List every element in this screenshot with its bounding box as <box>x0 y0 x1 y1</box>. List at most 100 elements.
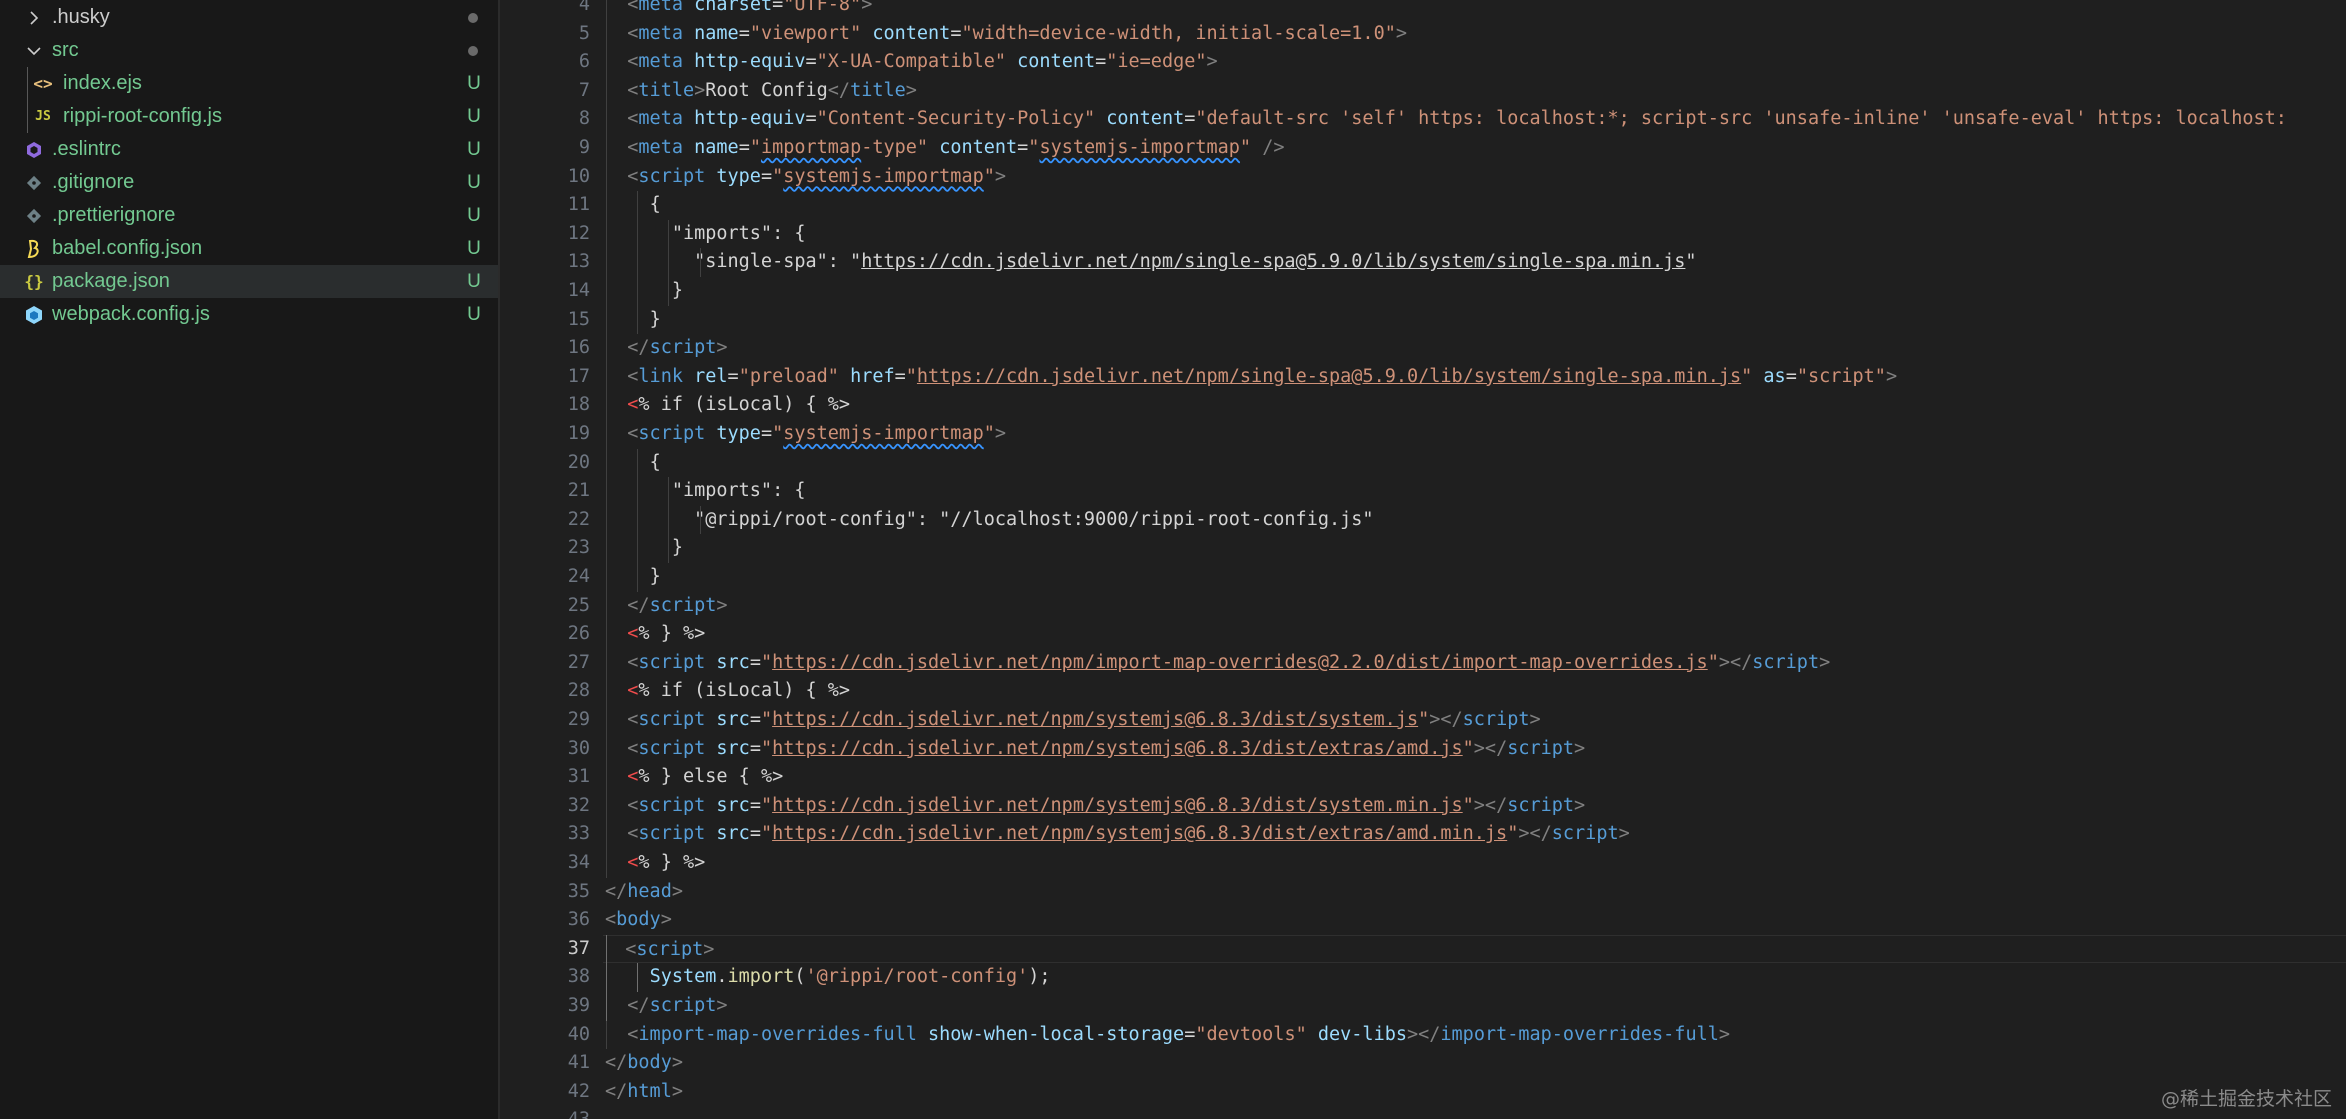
webpack-icon <box>23 298 45 331</box>
indent-guide <box>606 76 607 106</box>
code-line[interactable]: "imports": { <box>605 220 806 249</box>
code-line[interactable]: <title>Root Config</title> <box>605 77 917 106</box>
watermark: @稀土掘金技术社区 <box>2160 1088 2332 1110</box>
indent-guide <box>637 219 639 249</box>
line-number: 8 <box>578 108 590 130</box>
code-line[interactable]: "imports": { <box>605 477 806 506</box>
code-line[interactable]: <import-map-overrides-full show-when-loc… <box>605 1021 1730 1050</box>
indent-guide <box>668 277 670 306</box>
indent-guide <box>606 477 607 506</box>
code-line[interactable]: <script src="https://cdn.jsdelivr.net/np… <box>605 820 1629 849</box>
indent-guide <box>606 963 607 992</box>
line-number: 38 <box>567 966 590 988</box>
file-item[interactable]: webpack.config.js U <box>0 298 498 331</box>
file-item[interactable]: .prettierignore U <box>0 199 498 232</box>
line-number: 32 <box>567 794 590 816</box>
code-line[interactable]: <% } %> <box>605 849 705 878</box>
code-line[interactable]: <script type="systemjs-importmap"> <box>605 420 1006 449</box>
code-line[interactable]: <meta http-equiv="X-UA-Compatible" conte… <box>605 48 1217 77</box>
code-line[interactable]: </script> <box>605 592 727 621</box>
code-line[interactable]: </head> <box>605 878 683 907</box>
code-line[interactable]: <% } %> <box>605 620 705 649</box>
code-line[interactable]: <meta charset="UTF-8"> <box>605 0 872 20</box>
code-line[interactable]: } <box>605 277 683 306</box>
indent-guide <box>606 105 607 134</box>
indent-guide <box>606 734 607 764</box>
code-line[interactable]: } <box>605 534 683 563</box>
file-item[interactable]: {} package.json U <box>0 265 498 298</box>
indent-guide <box>668 248 670 277</box>
prettier-icon <box>23 199 45 232</box>
code-line[interactable]: <% if (isLocal) { %> <box>605 677 850 706</box>
line-number: 22 <box>567 508 590 530</box>
code-line[interactable]: { <box>605 449 661 478</box>
code-line[interactable]: System.import('@rippi/root-config'); <box>605 963 1051 992</box>
line-number: 34 <box>567 852 590 873</box>
indent-guide <box>637 448 639 478</box>
code-line[interactable]: "single-spa": "https://cdn.jsdelivr.net/… <box>605 248 1696 277</box>
code-line[interactable]: "@rippi/root-config": "//localhost:9000/… <box>605 506 1373 535</box>
code-line[interactable]: </body> <box>605 1049 683 1078</box>
file-item[interactable]: <> index.ejs U <box>0 67 498 100</box>
indent-guide <box>637 277 639 306</box>
indent-guide <box>606 19 607 49</box>
file-item[interactable]: .eslintrc U <box>0 133 498 166</box>
indent-guide <box>606 362 607 392</box>
line-number: 15 <box>567 308 590 330</box>
chevron-down-icon[interactable] <box>23 34 45 67</box>
code-line[interactable]: <% if (isLocal) { %> <box>605 391 850 420</box>
code-line[interactable]: <meta http-equiv="Content-Security-Polic… <box>605 105 2287 134</box>
folder-item[interactable]: src <box>0 34 498 67</box>
indent-guide <box>606 648 607 678</box>
code-line[interactable]: { <box>605 191 661 220</box>
line-number-gutter: 4 5 6 7 8 9 10 11 12 13 14 15 16 17 18 19 20 21 22 23 24 25 26… <box>500 0 590 1119</box>
code-line[interactable]: <script type="systemjs-importmap"> <box>605 163 1006 192</box>
indent-guide <box>606 563 607 592</box>
indent-guide <box>606 591 607 621</box>
code-line[interactable]: <body> <box>605 906 672 935</box>
line-number: 21 <box>567 480 590 502</box>
code-line[interactable]: <script src="https://cdn.jsdelivr.net/np… <box>605 649 1830 678</box>
line-number: 26 <box>567 623 590 645</box>
indent-guide <box>668 505 670 535</box>
chevron-right-icon[interactable] <box>23 1 45 34</box>
code-line[interactable]: <% } else { %> <box>605 763 783 792</box>
tree-item-label: webpack.config.js <box>52 303 210 325</box>
indent-guide <box>606 248 607 277</box>
indent-guide <box>606 763 607 792</box>
line-number: 35 <box>567 880 590 902</box>
code-line[interactable]: <meta name="importmap-type" content="sys… <box>605 134 1284 163</box>
line-number: 11 <box>567 194 590 216</box>
code-line[interactable]: </script> <box>605 992 727 1021</box>
code-line[interactable]: </html> <box>605 1078 683 1107</box>
line-number: 27 <box>567 651 590 673</box>
indent-guide <box>668 219 670 249</box>
indent-guide <box>606 849 607 878</box>
babel-icon <box>23 232 45 265</box>
file-item[interactable]: .gitignore U <box>0 166 498 199</box>
code-line[interactable]: </script> <box>605 334 727 363</box>
indent-guide <box>606 677 607 706</box>
line-number: 33 <box>567 823 590 845</box>
line-number: 29 <box>567 709 590 730</box>
eslint-icon <box>23 133 45 166</box>
code-line[interactable]: <link rel="preload" href="https://cdn.js… <box>605 363 1897 392</box>
code-line[interactable]: <meta name="viewport" content="width=dev… <box>605 20 1407 49</box>
indent-guide <box>606 305 607 335</box>
code-line[interactable]: <script src="https://cdn.jsdelivr.net/np… <box>605 706 1540 735</box>
file-item[interactable]: JS rippi-root-config.js U <box>0 100 498 133</box>
code-line[interactable]: <script> <box>603 934 2346 964</box>
file-item[interactable]: babel.config.json U <box>0 232 498 265</box>
tree-item-label: package.json <box>52 270 170 292</box>
code-area[interactable]: <meta charset="UTF-8"> <meta name="viewp… <box>603 0 2346 1119</box>
indent-guide <box>606 706 607 735</box>
code-line[interactable]: } <box>605 306 661 335</box>
folder-item[interactable]: .husky <box>0 1 498 34</box>
line-number: 23 <box>567 537 590 559</box>
code-editor[interactable]: 4 5 6 7 8 9 10 11 12 13 14 15 16 17 18 19 20 21 22 23 24 25 26… <box>500 0 2346 1119</box>
line-number: 17 <box>567 365 590 387</box>
indent-guide <box>637 963 639 992</box>
code-line[interactable]: <script src="https://cdn.jsdelivr.net/np… <box>605 792 1585 821</box>
code-line[interactable]: } <box>605 563 661 592</box>
code-line[interactable]: <script src="https://cdn.jsdelivr.net/np… <box>605 735 1585 764</box>
